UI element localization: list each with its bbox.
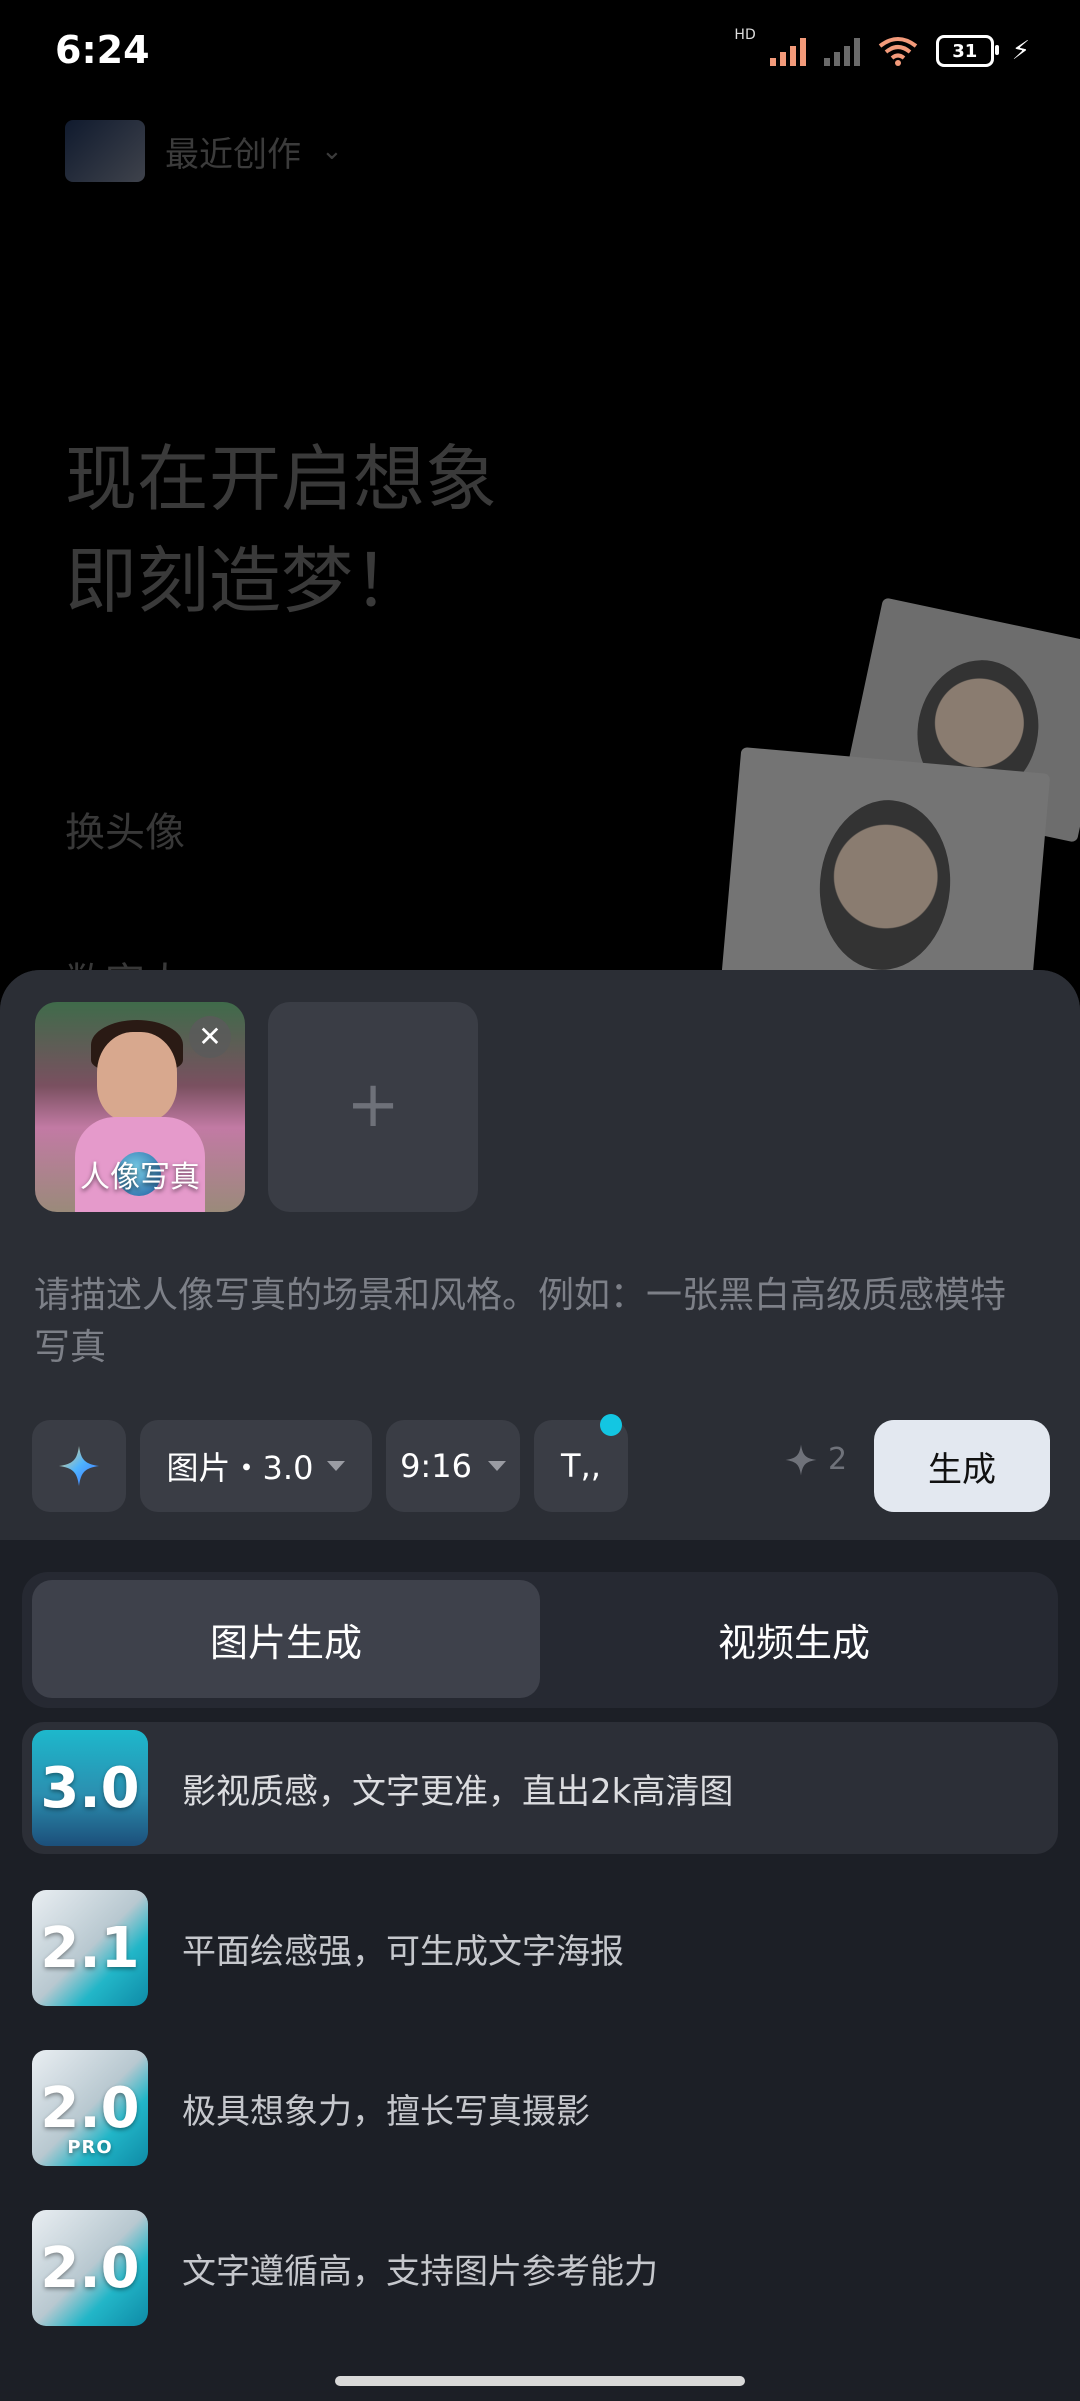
prompt-input[interactable]: 请描述人像写真的场景和风格。例如：一张黑白高级质感模特写真 (34, 1270, 1034, 1374)
pro-badge: PRO (67, 2137, 113, 2158)
signal-2-icon (823, 36, 860, 66)
text-style-button[interactable]: T,, (534, 1414, 628, 1512)
clock: 6:24 (55, 28, 150, 72)
credit-amount: 2 (828, 1442, 848, 1477)
home-indicator[interactable] (335, 2376, 745, 2386)
model-description: 文字遵循高，支持图片参考能力 (182, 2251, 658, 2292)
model-2-0-logo: 2.0 (32, 2210, 148, 2326)
sample-cards (640, 597, 1080, 1024)
model-option-2-0[interactable]: 2.0 文字遵循高，支持图片参考能力 (22, 2202, 1058, 2334)
tab-image-generation[interactable]: 图片生成 (32, 1580, 540, 1698)
recent-creations-dropdown[interactable]: 最近创作 ⌄ (65, 120, 343, 182)
credit-sparkle-icon (785, 1444, 817, 1475)
chevron-down-icon: ⌄ (321, 136, 343, 166)
feature-swap-avatar: 换头像 (65, 810, 185, 856)
model-label: 图片・3.0 (166, 1449, 314, 1487)
ratio-label: 9:16 (400, 1447, 472, 1485)
recent-thumbnail (65, 120, 145, 182)
generation-toolbar: 图片・3.0 9:16 T,, 2 生成 (32, 1414, 1052, 1515)
model-selector[interactable]: 图片・3.0 (140, 1420, 372, 1512)
model-3-0-logo: 3.0 (32, 1730, 148, 1846)
reference-image-label: 人像写真 (80, 1160, 200, 1195)
model-description: 影视质感，文字更准，直出2k高清图 (182, 1771, 734, 1812)
status-icons: HD 31 ⚡ (734, 27, 1030, 67)
generation-sheet: ✕ 人像写真 + 请描述人像写真的场景和风格。例如：一张黑白高级质感模特写真 图… (0, 970, 1080, 2401)
inspiration-button[interactable] (32, 1420, 126, 1512)
remove-image-icon[interactable]: ✕ (189, 1016, 231, 1058)
recent-label: 最近创作 (165, 134, 301, 175)
status-bar: 6:24 HD 31 ⚡ (0, 0, 1080, 105)
sparkle-icon (59, 1446, 99, 1486)
battery-level: 31 (952, 40, 978, 62)
hd-label: HD (734, 27, 756, 43)
model-2-1-logo: 2.1 (32, 1890, 148, 2006)
aspect-ratio-selector[interactable]: 9:16 (386, 1420, 520, 1512)
model-version: 2.0 (40, 2075, 140, 2141)
headline-line-2: 即刻造梦！ (65, 539, 426, 623)
wifi-icon (878, 37, 917, 66)
charging-icon: ⚡ (1011, 36, 1030, 66)
caret-down-icon (327, 1461, 346, 1471)
model-option-2-0-pro[interactable]: 2.0 PRO 极具想象力，擅长写真摄影 (22, 2042, 1058, 2174)
input-panel: ✕ 人像写真 + 请描述人像写真的场景和风格。例如：一张黑白高级质感模特写真 图… (0, 970, 1080, 1540)
model-description: 极具想象力，擅长写真摄影 (182, 2091, 590, 2132)
generation-type-tabs: 图片生成 视频生成 (22, 1572, 1058, 1708)
model-option-3-0[interactable]: 3.0 影视质感，文字更准，直出2k高清图 (22, 1722, 1058, 1854)
tab-video-generation[interactable]: 视频生成 (540, 1580, 1048, 1698)
generate-button[interactable]: 生成 (874, 1420, 1050, 1512)
reference-image[interactable]: ✕ 人像写真 (35, 1002, 245, 1212)
text-style-icon: T,, (561, 1447, 601, 1485)
credit-cost: 2 (784, 1442, 847, 1477)
add-image-button[interactable]: + (268, 1002, 478, 1212)
model-description: 平面绘感强，可生成文字海报 (182, 1931, 624, 1972)
caret-down-icon (487, 1461, 506, 1471)
new-dot-badge (600, 1414, 622, 1436)
model-2-0-pro-logo: 2.0 PRO (32, 2050, 148, 2166)
headline: 现在开启想象 即刻造梦！ (65, 428, 497, 632)
model-option-2-1[interactable]: 2.1 平面绘感强，可生成文字海报 (22, 1882, 1058, 2014)
battery-icon: 31 (935, 35, 999, 67)
signal-icon (769, 36, 806, 66)
model-list: 3.0 影视质感，文字更准，直出2k高清图 2.1 平面绘感强，可生成文字海报 … (22, 1722, 1058, 2362)
headline-line-1: 现在开启想象 (65, 437, 498, 521)
